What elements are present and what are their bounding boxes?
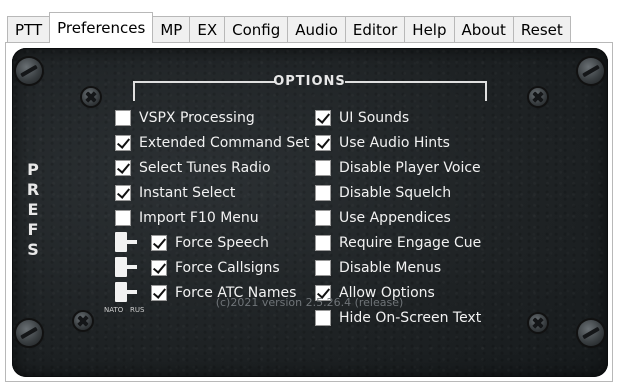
tab-preferences[interactable]: Preferences [49, 12, 154, 43]
option-ui-sounds[interactable]: UI Sounds [315, 107, 409, 129]
prefs-side-label: PREFS [26, 160, 40, 259]
option-label: Instant Select [139, 185, 236, 201]
tab-help[interactable]: Help [404, 16, 455, 43]
option-disable-player-voice[interactable]: Disable Player Voice [315, 157, 481, 179]
inner-screw-icon [529, 88, 547, 106]
option-select-tunes-radio[interactable]: Select Tunes Radio [115, 157, 271, 179]
option-label: Disable Squelch [339, 185, 452, 201]
inner-screw-icon [82, 88, 100, 106]
option-label: Require Engage Cue [339, 235, 482, 251]
corner-screw-icon [578, 320, 604, 346]
checkbox[interactable] [151, 235, 167, 251]
prefs-panel [12, 48, 608, 377]
option-label: Use Audio Hints [339, 135, 450, 151]
option-extended-command-set[interactable]: Extended Command Set [115, 132, 309, 154]
tab-strip: PTT Preferences MP EX Config Audio Edito… [7, 12, 571, 43]
checkbox[interactable] [315, 260, 331, 276]
version-text: (c)2021 version 2.5.26.4 (release) [215, 296, 404, 309]
option-vspx-processing[interactable]: VSPX Processing [115, 107, 255, 129]
option-label: Force Speech [175, 235, 269, 251]
checkbox[interactable] [315, 110, 331, 126]
option-label: Select Tunes Radio [139, 160, 271, 176]
options-title: OPTIONS [273, 74, 346, 89]
option-hide-on-screen-text[interactable]: Hide On-Screen Text [315, 307, 481, 329]
corner-screw-icon [16, 320, 42, 346]
tab-config[interactable]: Config [224, 16, 289, 43]
nato-rus-toggle-callsigns[interactable] [115, 257, 137, 277]
tab-mp[interactable]: MP [152, 16, 191, 43]
checkbox[interactable] [115, 210, 131, 226]
checkbox[interactable] [115, 185, 131, 201]
option-disable-menus[interactable]: Disable Menus [315, 257, 441, 279]
tab-editor[interactable]: Editor [344, 16, 406, 43]
option-label: Hide On-Screen Text [339, 310, 482, 326]
option-label: Disable Player Voice [339, 160, 481, 176]
checkbox[interactable] [115, 135, 131, 151]
tab-reset[interactable]: Reset [512, 16, 571, 43]
inner-screw-icon [529, 314, 547, 332]
option-label: UI Sounds [339, 110, 410, 126]
option-use-audio-hints[interactable]: Use Audio Hints [315, 132, 450, 154]
checkbox[interactable] [151, 260, 167, 276]
checkbox[interactable] [115, 160, 131, 176]
option-label: Extended Command Set [139, 135, 310, 151]
option-require-engage-cue[interactable]: Require Engage Cue [315, 232, 481, 254]
tab-ex[interactable]: EX [189, 16, 226, 43]
option-label: VSPX Processing [139, 110, 255, 126]
inner-screw-icon [74, 312, 92, 330]
checkbox[interactable] [315, 210, 331, 226]
tab-about[interactable]: About [453, 16, 514, 43]
panel-texture [12, 48, 608, 377]
checkbox[interactable] [315, 160, 331, 176]
checkbox[interactable] [315, 135, 331, 151]
option-label: Disable Menus [339, 260, 442, 276]
option-label: Import F10 Menu [139, 210, 259, 226]
option-import-f10-menu[interactable]: Import F10 Menu [115, 207, 259, 229]
option-disable-squelch[interactable]: Disable Squelch [315, 182, 451, 204]
checkbox[interactable] [115, 110, 131, 126]
tab-ptt[interactable]: PTT [7, 16, 51, 43]
option-label: Use Appendices [339, 210, 451, 226]
option-instant-select[interactable]: Instant Select [115, 182, 235, 204]
checkbox[interactable] [315, 185, 331, 201]
option-label: Force Callsigns [175, 260, 280, 276]
option-force-callsigns[interactable]: Force Callsigns [151, 257, 280, 279]
nato-rus-toggle-speech[interactable] [115, 232, 137, 252]
checkbox[interactable] [315, 310, 331, 326]
checkbox[interactable] [315, 235, 331, 251]
option-use-appendices[interactable]: Use Appendices [315, 207, 451, 229]
option-force-speech[interactable]: Force Speech [151, 232, 269, 254]
tab-audio[interactable]: Audio [287, 16, 346, 43]
